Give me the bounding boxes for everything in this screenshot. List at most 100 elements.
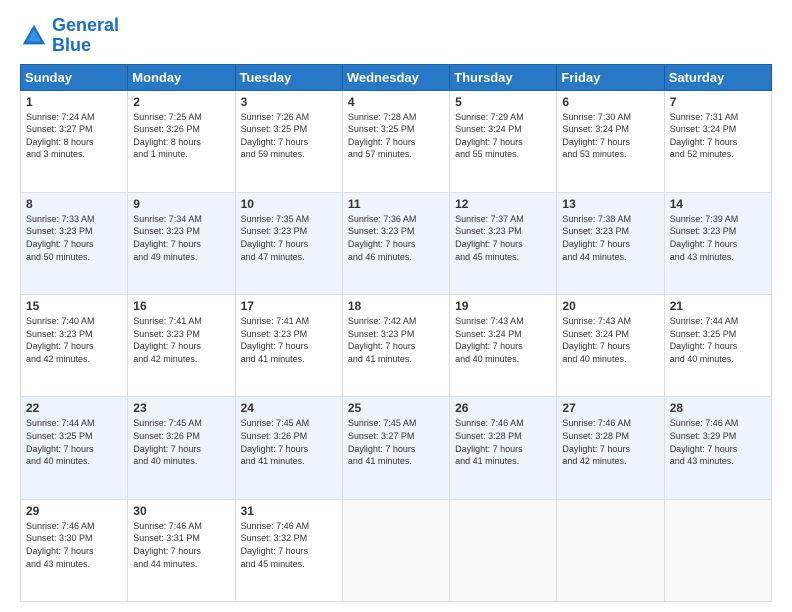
calendar-cell: 19 Sunrise: 7:43 AM Sunset: 3:24 PM Dayli…: [450, 295, 557, 397]
day-info: Sunrise: 7:38 AM Sunset: 3:23 PM Dayligh…: [562, 213, 658, 263]
day-info: Sunrise: 7:40 AM Sunset: 3:23 PM Dayligh…: [26, 315, 122, 365]
day-number: 13: [562, 197, 658, 211]
day-info: Sunrise: 7:45 AM Sunset: 3:26 PM Dayligh…: [133, 417, 229, 467]
day-info: Sunrise: 7:26 AM Sunset: 3:25 PM Dayligh…: [241, 111, 337, 161]
calendar-header-row: SundayMondayTuesdayWednesdayThursdayFrid…: [21, 64, 772, 90]
day-info: Sunrise: 7:46 AM Sunset: 3:30 PM Dayligh…: [26, 520, 122, 570]
calendar-cell: 28 Sunrise: 7:46 AM Sunset: 3:29 PM Dayli…: [664, 397, 771, 499]
day-info: Sunrise: 7:31 AM Sunset: 3:24 PM Dayligh…: [670, 111, 766, 161]
day-info: Sunrise: 7:46 AM Sunset: 3:31 PM Dayligh…: [133, 520, 229, 570]
day-info: Sunrise: 7:45 AM Sunset: 3:26 PM Dayligh…: [241, 417, 337, 467]
day-number: 16: [133, 299, 229, 313]
calendar-cell: 5 Sunrise: 7:29 AM Sunset: 3:24 PM Daylig…: [450, 90, 557, 192]
day-number: 22: [26, 401, 122, 415]
day-info: Sunrise: 7:41 AM Sunset: 3:23 PM Dayligh…: [241, 315, 337, 365]
calendar-cell: 21 Sunrise: 7:44 AM Sunset: 3:25 PM Dayli…: [664, 295, 771, 397]
day-number: 19: [455, 299, 551, 313]
calendar-cell: 24 Sunrise: 7:45 AM Sunset: 3:26 PM Dayli…: [235, 397, 342, 499]
day-number: 27: [562, 401, 658, 415]
day-number: 4: [348, 95, 444, 109]
day-number: 14: [670, 197, 766, 211]
calendar-cell: 4 Sunrise: 7:28 AM Sunset: 3:25 PM Daylig…: [342, 90, 449, 192]
day-number: 12: [455, 197, 551, 211]
calendar-cell: [342, 499, 449, 601]
calendar-cell: 7 Sunrise: 7:31 AM Sunset: 3:24 PM Daylig…: [664, 90, 771, 192]
calendar-cell: 14 Sunrise: 7:39 AM Sunset: 3:23 PM Dayli…: [664, 192, 771, 294]
calendar-week-row: 22 Sunrise: 7:44 AM Sunset: 3:25 PM Dayli…: [21, 397, 772, 499]
day-number: 8: [26, 197, 122, 211]
day-info: Sunrise: 7:44 AM Sunset: 3:25 PM Dayligh…: [26, 417, 122, 467]
page: General Blue SundayMondayTuesdayWednesda…: [0, 0, 792, 612]
day-number: 23: [133, 401, 229, 415]
logo-text: General Blue: [52, 16, 119, 56]
calendar-cell: 27 Sunrise: 7:46 AM Sunset: 3:28 PM Dayli…: [557, 397, 664, 499]
calendar-week-row: 15Sunrise: 7:40 AM Sunset: 3:23 PM Dayli…: [21, 295, 772, 397]
day-info: Sunrise: 7:28 AM Sunset: 3:25 PM Dayligh…: [348, 111, 444, 161]
calendar-week-row: 29 Sunrise: 7:46 AM Sunset: 3:30 PM Dayli…: [21, 499, 772, 601]
day-info: Sunrise: 7:46 AM Sunset: 3:29 PM Dayligh…: [670, 417, 766, 467]
calendar-cell: [557, 499, 664, 601]
calendar-cell: 30 Sunrise: 7:46 AM Sunset: 3:31 PM Dayli…: [128, 499, 235, 601]
calendar-week-row: 1Sunrise: 7:24 AM Sunset: 3:27 PM Daylig…: [21, 90, 772, 192]
calendar-cell: 16Sunrise: 7:41 AM Sunset: 3:23 PM Dayli…: [128, 295, 235, 397]
calendar-table: SundayMondayTuesdayWednesdayThursdayFrid…: [20, 64, 772, 602]
calendar-cell: 17 Sunrise: 7:41 AM Sunset: 3:23 PM Dayli…: [235, 295, 342, 397]
day-info: Sunrise: 7:42 AM Sunset: 3:23 PM Dayligh…: [348, 315, 444, 365]
day-number: 6: [562, 95, 658, 109]
day-info: Sunrise: 7:46 AM Sunset: 3:32 PM Dayligh…: [241, 520, 337, 570]
day-info: Sunrise: 7:43 AM Sunset: 3:24 PM Dayligh…: [562, 315, 658, 365]
calendar-day-header: Friday: [557, 64, 664, 90]
day-number: 25: [348, 401, 444, 415]
calendar-cell: 12 Sunrise: 7:37 AM Sunset: 3:23 PM Dayli…: [450, 192, 557, 294]
day-number: 30: [133, 504, 229, 518]
day-number: 5: [455, 95, 551, 109]
day-number: 1: [26, 95, 122, 109]
header: General Blue: [20, 16, 772, 56]
calendar-day-header: Monday: [128, 64, 235, 90]
day-info: Sunrise: 7:36 AM Sunset: 3:23 PM Dayligh…: [348, 213, 444, 263]
calendar-cell: 13 Sunrise: 7:38 AM Sunset: 3:23 PM Dayli…: [557, 192, 664, 294]
calendar-day-header: Thursday: [450, 64, 557, 90]
day-number: 7: [670, 95, 766, 109]
day-info: Sunrise: 7:46 AM Sunset: 3:28 PM Dayligh…: [455, 417, 551, 467]
day-info: Sunrise: 7:46 AM Sunset: 3:28 PM Dayligh…: [562, 417, 658, 467]
calendar-cell: 6 Sunrise: 7:30 AM Sunset: 3:24 PM Daylig…: [557, 90, 664, 192]
day-number: 26: [455, 401, 551, 415]
day-info: Sunrise: 7:39 AM Sunset: 3:23 PM Dayligh…: [670, 213, 766, 263]
day-number: 20: [562, 299, 658, 313]
day-number: 3: [241, 95, 337, 109]
day-info: Sunrise: 7:44 AM Sunset: 3:25 PM Dayligh…: [670, 315, 766, 365]
day-number: 9: [133, 197, 229, 211]
calendar-day-header: Sunday: [21, 64, 128, 90]
logo: General Blue: [20, 16, 119, 56]
day-info: Sunrise: 7:43 AM Sunset: 3:24 PM Dayligh…: [455, 315, 551, 365]
day-number: 18: [348, 299, 444, 313]
logo-icon: [20, 22, 48, 50]
calendar-day-header: Wednesday: [342, 64, 449, 90]
day-info: Sunrise: 7:30 AM Sunset: 3:24 PM Dayligh…: [562, 111, 658, 161]
calendar-cell: 2Sunrise: 7:25 AM Sunset: 3:26 PM Daylig…: [128, 90, 235, 192]
day-number: 11: [348, 197, 444, 211]
day-info: Sunrise: 7:33 AM Sunset: 3:23 PM Dayligh…: [26, 213, 122, 263]
calendar-cell: 9 Sunrise: 7:34 AM Sunset: 3:23 PM Daylig…: [128, 192, 235, 294]
calendar-cell: 18 Sunrise: 7:42 AM Sunset: 3:23 PM Dayli…: [342, 295, 449, 397]
calendar-week-row: 8 Sunrise: 7:33 AM Sunset: 3:23 PM Daylig…: [21, 192, 772, 294]
calendar-day-header: Tuesday: [235, 64, 342, 90]
day-number: 2: [133, 95, 229, 109]
day-number: 31: [241, 504, 337, 518]
day-info: Sunrise: 7:37 AM Sunset: 3:23 PM Dayligh…: [455, 213, 551, 263]
calendar-cell: 25Sunrise: 7:45 AM Sunset: 3:27 PM Dayli…: [342, 397, 449, 499]
day-number: 17: [241, 299, 337, 313]
day-info: Sunrise: 7:35 AM Sunset: 3:23 PM Dayligh…: [241, 213, 337, 263]
calendar-cell: 29 Sunrise: 7:46 AM Sunset: 3:30 PM Dayli…: [21, 499, 128, 601]
day-number: 21: [670, 299, 766, 313]
day-number: 29: [26, 504, 122, 518]
calendar-cell: [664, 499, 771, 601]
calendar-cell: 8 Sunrise: 7:33 AM Sunset: 3:23 PM Daylig…: [21, 192, 128, 294]
calendar-cell: 1Sunrise: 7:24 AM Sunset: 3:27 PM Daylig…: [21, 90, 128, 192]
day-info: Sunrise: 7:29 AM Sunset: 3:24 PM Dayligh…: [455, 111, 551, 161]
day-number: 28: [670, 401, 766, 415]
calendar-cell: 22 Sunrise: 7:44 AM Sunset: 3:25 PM Dayli…: [21, 397, 128, 499]
day-number: 24: [241, 401, 337, 415]
day-info: Sunrise: 7:34 AM Sunset: 3:23 PM Dayligh…: [133, 213, 229, 263]
